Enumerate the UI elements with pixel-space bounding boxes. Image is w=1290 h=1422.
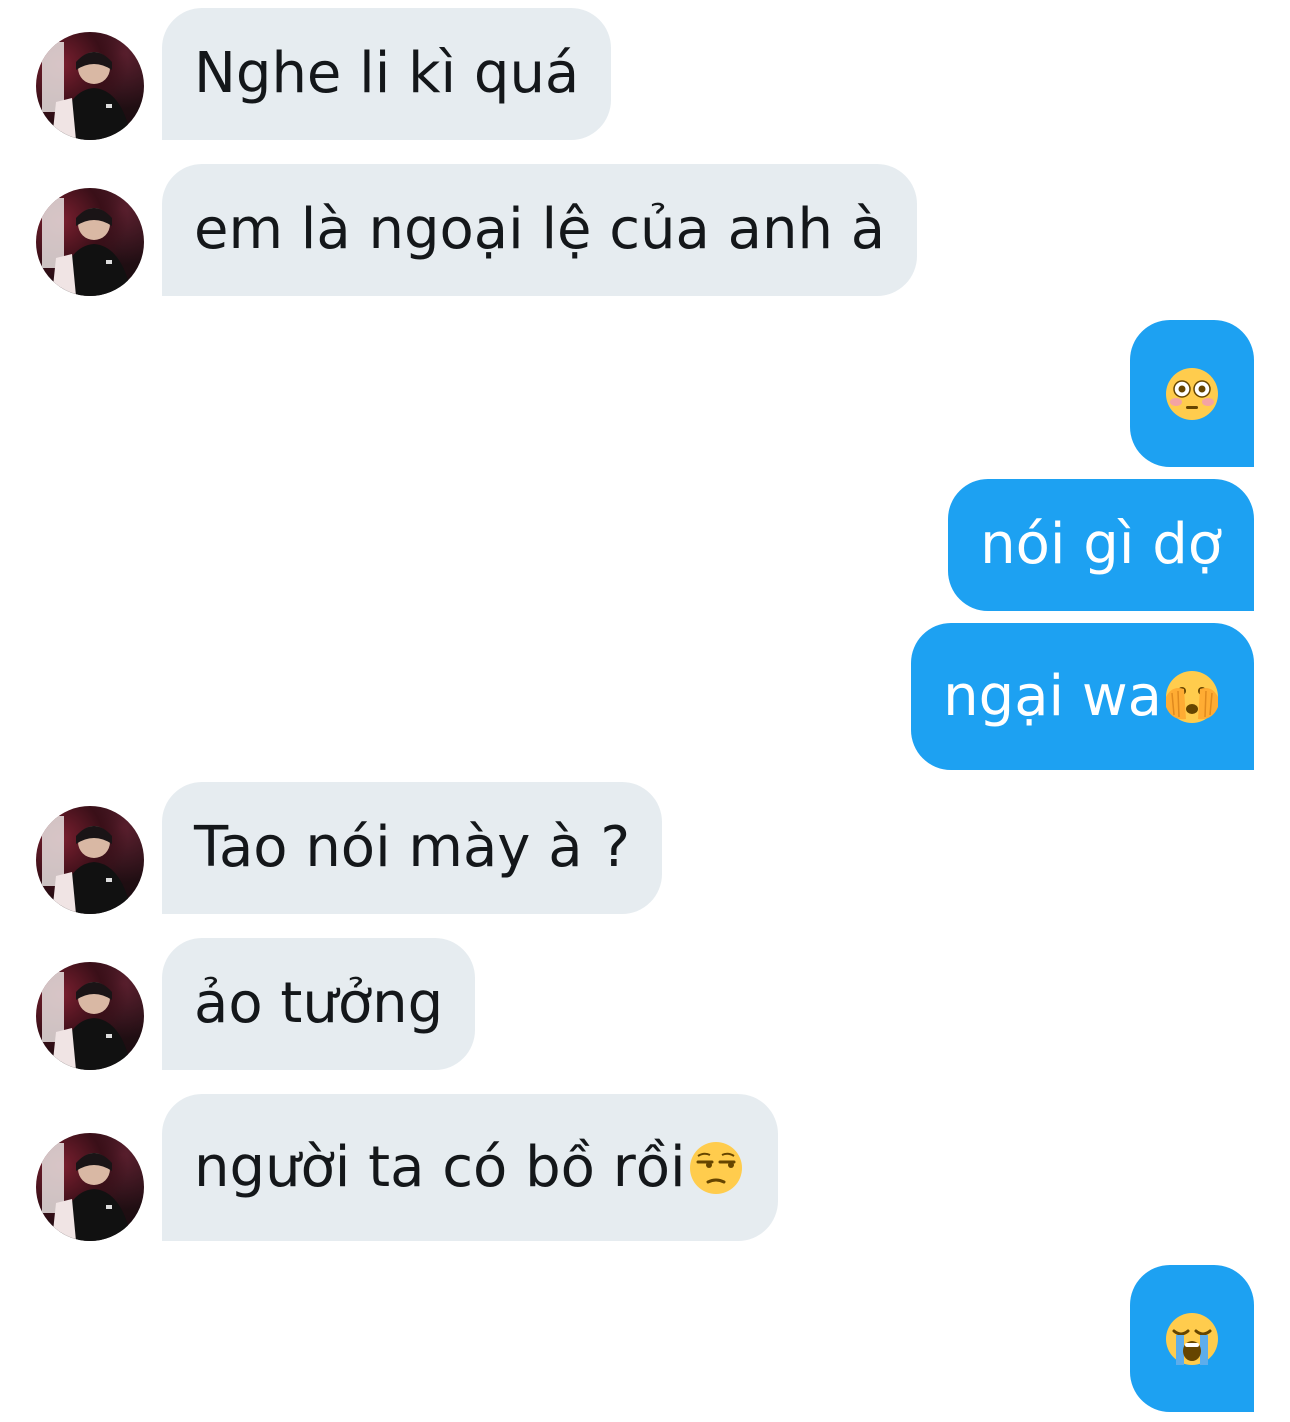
face-with-hand-over-eyes-icon (1162, 667, 1222, 727)
sent-message-bubble[interactable] (1130, 1265, 1254, 1412)
loudly-crying-face-icon (1162, 1309, 1222, 1369)
unamused-face-icon (686, 1138, 746, 1198)
message-thread: Nghe li kì quá em là ngoại lệ của anh à (0, 0, 1290, 1422)
sender-avatar[interactable] (36, 32, 144, 140)
message-text: nói gì dợ (980, 512, 1222, 577)
sent-message-bubble[interactable]: nói gì dợ (948, 479, 1254, 611)
received-message-bubble[interactable]: ảo tưởng (162, 938, 476, 1070)
message-text: ngại wa (943, 663, 1162, 729)
sender-avatar[interactable] (36, 1133, 144, 1241)
message-text: Tao nói mày à ? (194, 815, 631, 880)
message-text: ảo tưởng (194, 971, 444, 1036)
message-text: Nghe li kì quá (194, 41, 580, 106)
received-message-bubble[interactable]: người ta có bồ rồi (162, 1094, 778, 1241)
sender-avatar[interactable] (36, 188, 144, 296)
sent-message-bubble[interactable]: ngại wa (911, 623, 1254, 770)
sent-message-bubble[interactable] (1130, 320, 1254, 467)
received-message-bubble[interactable]: em là ngoại lệ của anh à (162, 164, 918, 296)
flushed-face-icon (1162, 364, 1222, 424)
sender-avatar[interactable] (36, 806, 144, 914)
message-text: em là ngoại lệ của anh à (194, 197, 886, 262)
message-text: người ta có bồ rồi (194, 1134, 686, 1200)
sender-avatar[interactable] (36, 962, 144, 1070)
received-message-bubble[interactable]: Tao nói mày à ? (162, 782, 663, 914)
received-message-bubble[interactable]: Nghe li kì quá (162, 8, 612, 140)
